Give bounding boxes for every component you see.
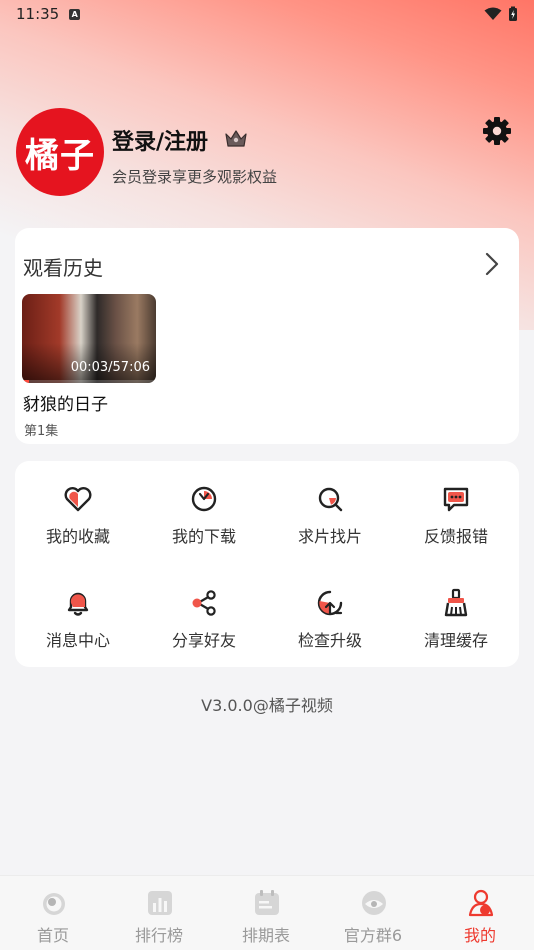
profile-icon [468,889,494,917]
gear-icon[interactable] [482,116,512,146]
nav-item-profile[interactable]: 我的 [427,876,533,950]
nav-item-schedule[interactable]: 排期表 [213,876,319,950]
upgrade-icon [317,590,343,616]
menu-label: 求片找片 [297,527,362,546]
heart-icon [64,487,92,512]
menu-label: 消息中心 [45,631,110,650]
nav-label: 我的 [463,926,496,945]
progress-track [22,380,156,383]
menu-item-feedback[interactable]: 反馈报错 [393,461,519,546]
wifi-icon [484,7,502,20]
bottom-nav: 首页 排行榜 排期表 官方群6 我的 [0,875,534,950]
login-register-link[interactable]: 登录/注册 [112,124,208,156]
profile-section: 橘子 登录/注册 会员登录享更多观影权益 [16,108,516,200]
video-title[interactable]: 豺狼的日子 [23,390,108,415]
menu-item-downloads[interactable]: 我的下载 [141,461,267,546]
chevron-right-icon[interactable] [485,252,499,276]
menu-item-request-film[interactable]: 求片找片 [267,461,393,546]
nav-item-home[interactable]: 首页 [0,876,106,950]
menu-item-clear-cache[interactable]: 清理缓存 [393,565,519,650]
bell-icon [67,592,89,616]
menu-item-messages[interactable]: 消息中心 [15,565,141,650]
version-text: V3.0.0@橘子视频 [201,696,333,715]
search-film-icon [318,487,343,512]
download-icon [191,486,217,512]
nav-item-ranking[interactable]: 排行榜 [106,876,212,950]
battery-icon [509,6,517,21]
nav-label: 官方群6 [343,926,403,945]
avatar[interactable]: 橘子 [16,108,104,196]
status-time: 11:35 [16,5,60,23]
menu-item-check-update[interactable]: 检查升级 [267,565,393,650]
video-progress-time: 00:03/57:06 [70,360,150,375]
group-icon [362,891,386,915]
feedback-icon [443,487,469,512]
home-icon [43,893,65,915]
menu-label: 检查升级 [297,631,362,650]
status-bar: 11:35 A [0,0,534,28]
progress-fill [22,380,29,383]
video-thumbnail[interactable]: 00:03/57:06 [22,294,156,383]
menu-grid-card: 我的收藏 我的下载 求片找片 反馈报错 消息中心 分享好友 检查升级 清理缓存 [15,461,519,667]
video-episode: 第1集 [24,424,59,439]
history-title[interactable]: 观看历史 [23,252,103,281]
broom-icon [444,588,468,617]
menu-label: 我的收藏 [45,527,110,546]
menu-label: 清理缓存 [423,631,488,650]
nav-item-group[interactable]: 官方群6 [320,876,426,950]
schedule-icon [255,890,279,915]
login-subtitle: 会员登录享更多观影权益 [112,168,278,186]
menu-item-share[interactable]: 分享好友 [141,565,267,650]
menu-label: 我的下载 [171,527,236,546]
menu-item-favorites[interactable]: 我的收藏 [15,461,141,546]
nav-label: 排行榜 [134,926,183,945]
nav-label: 排期表 [241,926,290,945]
menu-label: 分享好友 [171,631,236,650]
notification-icon: A [69,8,81,20]
watch-history-card: 观看历史 00:03/57:06 豺狼的日子 第1集 [15,228,519,444]
share-icon [192,590,216,616]
menu-label: 反馈报错 [423,527,488,546]
crown-icon [225,130,247,147]
ranking-icon [148,891,172,915]
nav-label: 首页 [36,926,69,945]
